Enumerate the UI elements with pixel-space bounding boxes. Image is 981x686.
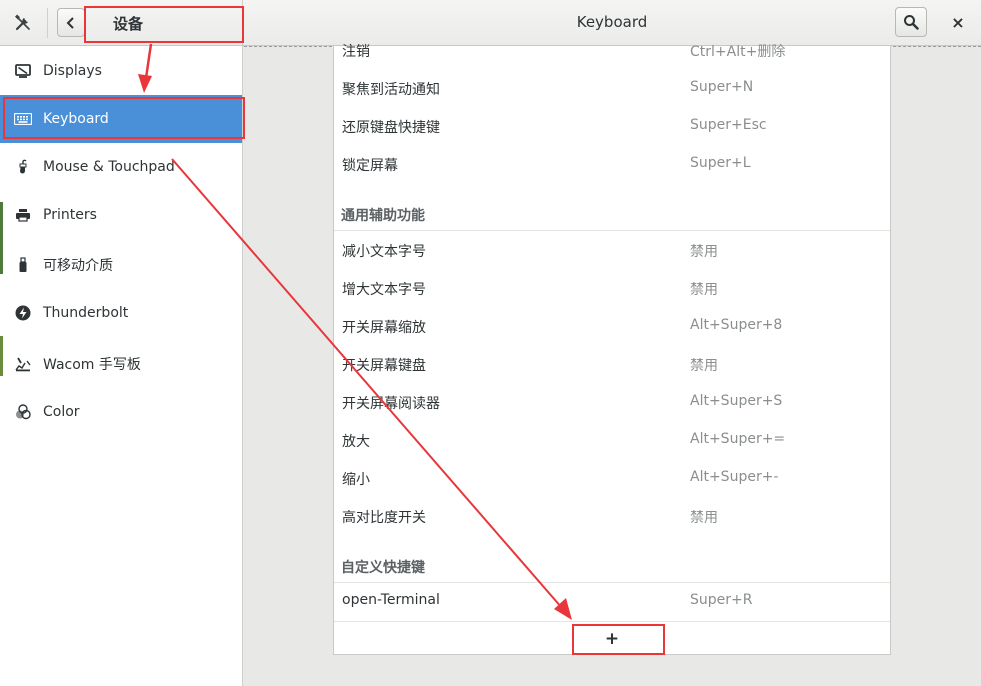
sidebar-item-label: Wacom 手写板: [43, 357, 141, 373]
shortcut-accel: 禁用: [690, 282, 718, 298]
shortcut-row[interactable]: 聚焦到活动通知 Super+N: [334, 70, 890, 108]
search-button[interactable]: [895, 7, 927, 37]
search-icon: [904, 15, 919, 30]
back-button[interactable]: [57, 8, 85, 37]
sidebar-item-wacom[interactable]: Wacom 手写板: [0, 340, 242, 388]
shortcut-row[interactable]: 放大 Alt+Super+=: [334, 422, 890, 460]
sidebar-item-removable-media[interactable]: 可移动介质: [0, 241, 242, 289]
shortcut-row[interactable]: 开关屏幕阅读器 Alt+Super+S: [334, 384, 890, 422]
shortcut-name: 聚焦到活动通知: [342, 82, 440, 98]
sidebar-item-mouse[interactable]: Mouse & Touchpad: [0, 143, 242, 191]
sidebar-item-label: Mouse & Touchpad: [43, 159, 175, 175]
shortcut-name: 开关屏幕缩放: [342, 320, 426, 336]
display-icon: [12, 62, 34, 80]
annotation-box-keyboard: [3, 97, 245, 139]
sidebar-item-displays[interactable]: Displays: [0, 47, 242, 95]
sidebar-item-label: Color: [43, 404, 80, 420]
shortcut-list[interactable]: 注销 Ctrl+Alt+删除 聚焦到活动通知 Super+N 还原键盘快捷键 S…: [333, 44, 891, 655]
shortcut-name: 高对比度开关: [342, 510, 426, 526]
section-title-accessibility: 通用辅助功能: [341, 208, 425, 224]
sidebar-item-color[interactable]: Color: [0, 388, 242, 436]
divider: [334, 230, 890, 231]
shortcut-name: 锁定屏幕: [342, 158, 398, 174]
mouse-icon: [12, 158, 34, 176]
shortcut-row[interactable]: 还原键盘快捷键 Super+Esc: [334, 108, 890, 146]
window-title: Keyboard: [576, 13, 648, 31]
shortcut-name: 开关屏幕键盘: [342, 358, 426, 374]
sidebar-item-thunderbolt[interactable]: Thunderbolt: [0, 289, 242, 337]
color-icon: [12, 403, 34, 421]
shortcut-name: 放大: [342, 434, 370, 450]
sidebar-item-printers[interactable]: Printers: [0, 191, 242, 239]
shortcut-accel: Super+N: [690, 79, 754, 95]
shortcut-accel: Alt+Super+8: [690, 317, 783, 333]
shortcut-accel: 禁用: [690, 510, 718, 526]
annotation-box-title: [84, 6, 244, 43]
thunderbolt-icon: [12, 304, 34, 322]
header-separator: [47, 8, 48, 38]
annotation-box-add: [572, 624, 665, 655]
shortcut-row[interactable]: open-Terminal Super+R: [334, 583, 890, 621]
shortcut-name: 增大文本字号: [342, 282, 426, 298]
shortcut-accel: Super+L: [690, 155, 751, 171]
shortcut-row[interactable]: 注销 Ctrl+Alt+删除: [334, 32, 890, 70]
shortcut-name: 开关屏幕阅读器: [342, 396, 440, 412]
section-title-custom: 自定义快捷键: [341, 560, 425, 576]
shortcut-accel: Alt+Super+-: [690, 469, 779, 485]
tools-icon[interactable]: [8, 8, 38, 38]
shortcut-row[interactable]: 开关屏幕键盘 禁用: [334, 346, 890, 384]
shortcut-row[interactable]: 增大文本字号 禁用: [334, 270, 890, 308]
shortcut-row[interactable]: 锁定屏幕 Super+L: [334, 146, 890, 184]
divider: [334, 621, 890, 622]
shortcut-name: 注销: [342, 44, 370, 60]
sidebar-item-label: Thunderbolt: [43, 305, 129, 321]
sidebar-item-label: Displays: [43, 63, 102, 79]
shortcut-name: open-Terminal: [342, 592, 440, 608]
printer-icon: [12, 206, 34, 224]
shortcut-row[interactable]: 减小文本字号 禁用: [334, 232, 890, 270]
shortcut-row[interactable]: 高对比度开关 禁用: [334, 498, 890, 536]
sidebar-item-label: 可移动介质: [43, 258, 113, 274]
shortcut-name: 减小文本字号: [342, 244, 426, 260]
usb-drive-icon: [12, 256, 34, 274]
sidebar-item-label: Printers: [43, 207, 97, 223]
shortcut-row[interactable]: 开关屏幕缩放 Alt+Super+8: [334, 308, 890, 346]
shortcut-row[interactable]: 缩小 Alt+Super+-: [334, 460, 890, 498]
close-button[interactable]: ×: [944, 8, 972, 36]
shortcut-accel: Super+R: [690, 592, 753, 608]
sidebar: Displays Keyboard Mouse & Touchpad Print…: [0, 46, 243, 686]
shortcut-accel: Super+Esc: [690, 117, 767, 133]
shortcut-accel: Alt+Super+=: [690, 431, 786, 447]
tablet-icon: [12, 355, 34, 373]
chevron-left-icon: [66, 16, 74, 29]
shortcut-name: 还原键盘快捷键: [342, 120, 440, 136]
shortcut-name: 缩小: [342, 472, 370, 488]
shortcut-accel: 禁用: [690, 358, 718, 374]
shortcut-accel: 禁用: [690, 244, 718, 260]
shortcut-accel: Alt+Super+S: [690, 393, 783, 409]
shortcut-accel: Ctrl+Alt+删除: [690, 44, 786, 60]
